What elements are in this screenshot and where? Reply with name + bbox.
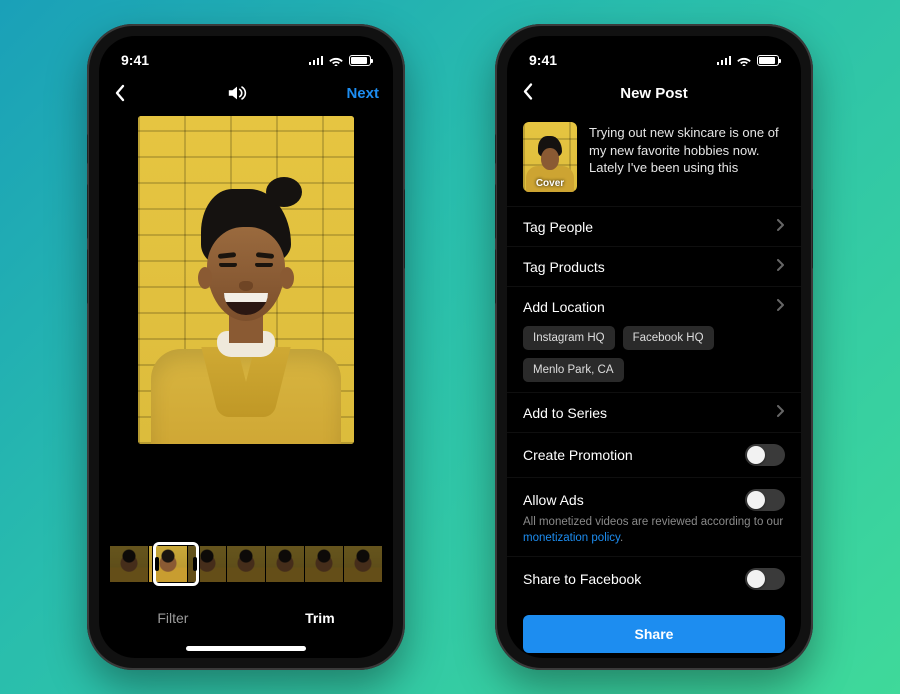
battery-icon	[349, 55, 371, 66]
row-label: Add to Series	[523, 405, 607, 421]
chevron-right-icon	[776, 298, 785, 315]
notch	[579, 36, 729, 60]
location-suggestions: Instagram HQ Facebook HQ Menlo Park, CA	[507, 326, 801, 392]
row-label: Allow Ads	[523, 492, 584, 508]
phone-right: 9:41 New Post Cover	[495, 24, 813, 670]
toggle-share-facebook[interactable]	[745, 568, 785, 590]
trim-handle-right[interactable]	[193, 557, 197, 571]
sound-icon[interactable]	[226, 83, 248, 103]
toggle-create-promotion[interactable]	[745, 444, 785, 466]
trim-handle-left[interactable]	[155, 557, 159, 571]
save-draft-link[interactable]: Save as Draft	[507, 653, 801, 658]
location-chip[interactable]: Menlo Park, CA	[523, 358, 624, 382]
row-tag-people[interactable]: Tag People	[507, 206, 801, 246]
chevron-right-icon	[776, 218, 785, 235]
next-button[interactable]: Next	[346, 85, 379, 102]
chevron-right-icon	[776, 258, 785, 275]
row-create-promotion: Create Promotion	[507, 432, 801, 477]
back-button[interactable]	[113, 83, 127, 103]
page-title: New Post	[620, 85, 688, 102]
location-chip[interactable]: Instagram HQ	[523, 326, 615, 350]
wifi-icon	[328, 54, 344, 66]
row-add-location[interactable]: Add Location	[507, 286, 801, 326]
notch	[171, 36, 321, 60]
status-time: 9:41	[121, 52, 149, 68]
back-button[interactable]	[521, 82, 535, 105]
video-preview[interactable]	[138, 116, 354, 444]
caption-input[interactable]: Trying out new skincare is one of my new…	[589, 122, 785, 192]
row-label: Share to Facebook	[523, 571, 641, 587]
chevron-right-icon	[776, 404, 785, 421]
trim-filmstrip[interactable]	[99, 544, 393, 584]
share-button[interactable]: Share	[523, 615, 785, 653]
monetization-policy-link[interactable]: monetization policy	[523, 532, 620, 544]
location-chip[interactable]: Facebook HQ	[623, 326, 714, 350]
toggle-allow-ads[interactable]	[745, 489, 785, 511]
row-label: Create Promotion	[523, 447, 633, 463]
wifi-icon	[736, 54, 752, 66]
status-time: 9:41	[529, 52, 557, 68]
row-add-series[interactable]: Add to Series	[507, 392, 801, 432]
allow-ads-subtext: All monetized videos are reviewed accord…	[507, 515, 801, 556]
cover-thumbnail[interactable]: Cover	[523, 122, 577, 192]
row-tag-products[interactable]: Tag Products	[507, 246, 801, 286]
tab-trim[interactable]: Trim	[285, 602, 355, 634]
row-label: Tag Products	[523, 259, 605, 275]
row-share-facebook: Share to Facebook	[507, 556, 801, 601]
row-label: Add Location	[523, 299, 605, 315]
battery-icon	[757, 55, 779, 66]
phone-left: 9:41 Next	[87, 24, 405, 670]
row-allow-ads: Allow Ads	[507, 477, 801, 515]
row-label: Tag People	[523, 219, 593, 235]
home-indicator[interactable]	[186, 646, 306, 651]
tab-filter[interactable]: Filter	[137, 602, 208, 634]
cover-label: Cover	[523, 178, 577, 189]
